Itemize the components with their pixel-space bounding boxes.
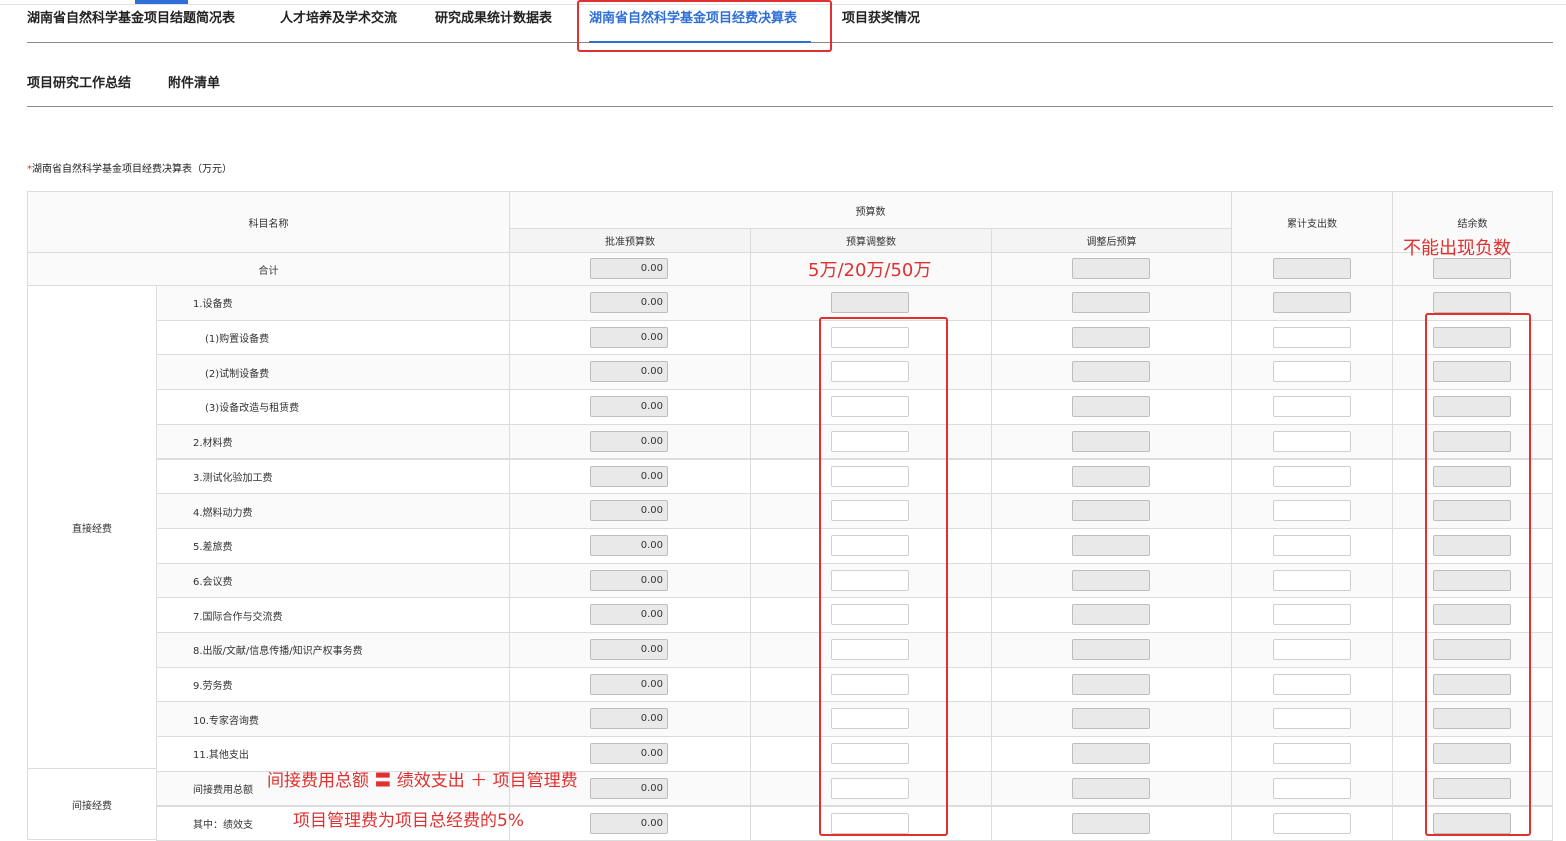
cumulative-input[interactable]: [1273, 778, 1351, 799]
row-label: (2)试制设备费: [156, 354, 510, 390]
adjusted-input[interactable]: [1072, 604, 1150, 625]
header-cumulative-spend: 累计支出数: [1231, 191, 1393, 253]
cumulative-input[interactable]: [1273, 396, 1351, 417]
adjusted-input[interactable]: [1072, 708, 1150, 729]
row-label: 10.专家咨询费: [156, 701, 510, 737]
group-indirect-cost: 间接经费: [27, 768, 157, 840]
row-label: 3.测试化验加工费: [156, 459, 510, 495]
adjusted-input[interactable]: [1072, 813, 1150, 834]
highlight-active-tab: [577, 0, 832, 52]
row-label: (1)购置设备费: [156, 320, 510, 356]
cumulative-input[interactable]: [1273, 292, 1351, 313]
approved-input[interactable]: [590, 778, 668, 799]
tab-project-summary[interactable]: 湖南省自然科学基金项目结题简况表: [27, 10, 235, 28]
row-label: (3)设备改造与租赁费: [156, 389, 510, 425]
adjusted-input[interactable]: [1072, 396, 1150, 417]
header-budget-group: 预算数: [509, 191, 1232, 229]
approved-input[interactable]: [590, 292, 668, 313]
group-direct-cost: 直接经费: [27, 285, 157, 769]
cumulative-input[interactable]: [1273, 466, 1351, 487]
adjusted-input[interactable]: [1072, 674, 1150, 695]
approved-input[interactable]: [590, 813, 668, 834]
adjusted-input[interactable]: [1072, 466, 1150, 487]
total-balance-input[interactable]: [1433, 258, 1511, 279]
approved-input[interactable]: [590, 708, 668, 729]
header-subject-name: 科目名称: [27, 191, 510, 253]
balance-input[interactable]: [1433, 292, 1511, 313]
adjusted-input[interactable]: [1072, 500, 1150, 521]
total-cumulative-input[interactable]: [1273, 258, 1351, 279]
approved-input[interactable]: [590, 327, 668, 348]
form-title-text: 湖南省自然科学基金项目经费决算表（万元）: [32, 164, 232, 175]
row-label: 7.国际合作与交流费: [156, 597, 510, 633]
annotation-management-fee: 项目管理费为项目总经费的5%: [293, 806, 524, 831]
adjusted-input[interactable]: [1072, 743, 1150, 764]
total-approved-input[interactable]: [590, 258, 668, 279]
cumulative-input[interactable]: [1273, 570, 1351, 591]
adjusted-input[interactable]: [1072, 327, 1150, 348]
header-budget-adjustment: 预算调整数: [750, 228, 992, 253]
approved-input[interactable]: [590, 570, 668, 591]
cumulative-input[interactable]: [1273, 708, 1351, 729]
tab-work-summary[interactable]: 项目研究工作总结: [27, 75, 131, 93]
cumulative-input[interactable]: [1273, 743, 1351, 764]
adjusted-input[interactable]: [1072, 361, 1150, 382]
row-label: 1.设备费: [156, 285, 510, 321]
cumulative-input[interactable]: [1273, 327, 1351, 348]
adjusted-input[interactable]: [1072, 570, 1150, 591]
header-approved-budget: 批准预算数: [509, 228, 751, 253]
approved-input[interactable]: [590, 674, 668, 695]
highlight-balance-column: [1425, 313, 1531, 836]
approved-input[interactable]: [590, 361, 668, 382]
cumulative-input[interactable]: [1273, 500, 1351, 521]
tab-talent-training[interactable]: 人才培养及学术交流: [280, 10, 397, 28]
highlight-adjustment-column: [819, 317, 948, 836]
cumulative-input[interactable]: [1273, 813, 1351, 834]
tab-research-statistics[interactable]: 研究成果统计数据表: [435, 10, 552, 28]
tab-awards[interactable]: 项目获奖情况: [842, 10, 920, 28]
cumulative-input[interactable]: [1273, 674, 1351, 695]
cumulative-input[interactable]: [1273, 431, 1351, 452]
approved-input[interactable]: [590, 743, 668, 764]
adjustment-input[interactable]: [831, 292, 909, 313]
cumulative-input[interactable]: [1273, 361, 1351, 382]
cumulative-input[interactable]: [1273, 639, 1351, 660]
approved-input[interactable]: [590, 466, 668, 487]
cumulative-input[interactable]: [1273, 604, 1351, 625]
total-row-label: 合计: [27, 252, 510, 286]
adjusted-input[interactable]: [1072, 535, 1150, 556]
adjusted-input[interactable]: [1072, 431, 1150, 452]
annotation-no-negative: 不能出现负数: [1403, 234, 1511, 260]
row-label: 4.燃料动力费: [156, 493, 510, 529]
row-label: 2.材料费: [156, 424, 510, 460]
approved-input[interactable]: [590, 639, 668, 660]
tab-attachments[interactable]: 附件清单: [168, 75, 220, 93]
adjusted-input[interactable]: [1072, 639, 1150, 660]
approved-input[interactable]: [590, 535, 668, 556]
adjusted-input[interactable]: [1072, 292, 1150, 313]
header-adjusted-budget: 调整后预算: [991, 228, 1232, 253]
tab-bar2-divider: [27, 106, 1553, 107]
annotation-indirect-formula: 间接费用总额 〓 绩效支出 ＋ 项目管理费: [267, 766, 578, 791]
row-label: 6.会议费: [156, 563, 510, 599]
row-label: 9.劳务费: [156, 667, 510, 703]
approved-input[interactable]: [590, 604, 668, 625]
adjusted-input[interactable]: [1072, 778, 1150, 799]
approved-input[interactable]: [590, 396, 668, 417]
row-label: 5.差旅费: [156, 528, 510, 564]
form-title: *湖南省自然科学基金项目经费决算表（万元）: [27, 160, 232, 175]
cumulative-input[interactable]: [1273, 535, 1351, 556]
total-adjusted-input[interactable]: [1072, 258, 1150, 279]
approved-input[interactable]: [590, 431, 668, 452]
annotation-budget-limit: 5万/20万/50万: [808, 256, 931, 282]
row-label: 8.出版/文献/信息传播/知识产权事务费: [156, 632, 510, 668]
approved-input[interactable]: [590, 500, 668, 521]
